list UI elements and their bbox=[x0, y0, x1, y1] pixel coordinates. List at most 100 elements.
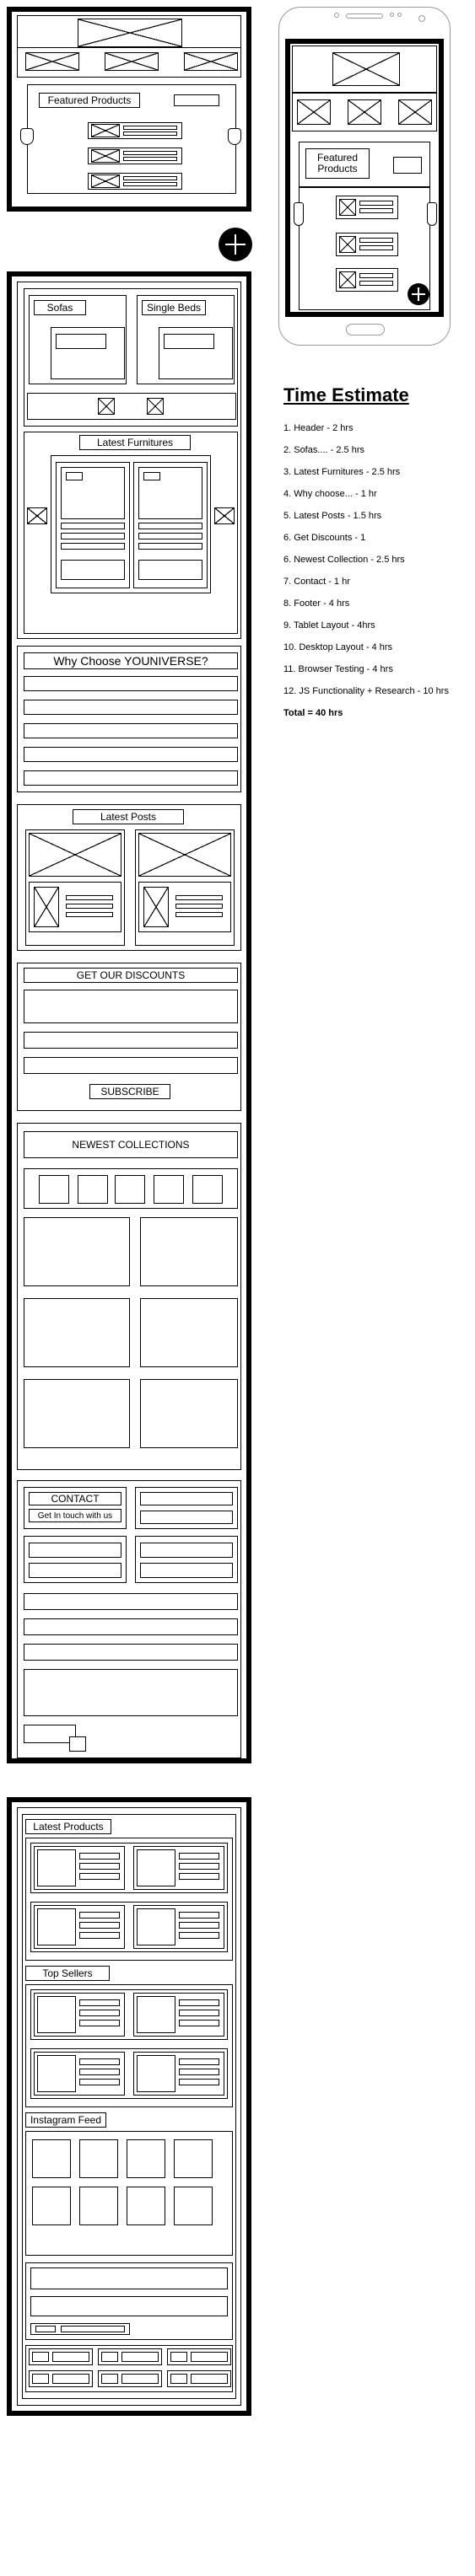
furniture-button bbox=[138, 560, 202, 580]
estimate-item: 3. Latest Furnitures - 2.5 hrs bbox=[283, 467, 401, 477]
footer-link-text bbox=[121, 2352, 159, 2362]
collection-filter[interactable] bbox=[39, 1175, 69, 1204]
email-field[interactable] bbox=[140, 1543, 233, 1558]
collection-filter[interactable] bbox=[78, 1175, 108, 1204]
product-text-line bbox=[179, 2079, 219, 2085]
phone-featured-label-line2: Products bbox=[317, 163, 358, 174]
collection-item bbox=[140, 1379, 238, 1448]
product-text-line bbox=[79, 2069, 120, 2075]
why-choose-line bbox=[24, 747, 238, 762]
newsletter-checkbox[interactable] bbox=[35, 2326, 56, 2332]
product-text-line bbox=[79, 2079, 120, 2085]
instagram-photo bbox=[127, 2187, 165, 2225]
phone-nav-image bbox=[398, 99, 432, 125]
footer-link-text bbox=[52, 2352, 89, 2362]
phone-product-image bbox=[339, 199, 356, 216]
estimate-item: 4. Why choose... - 1 hr bbox=[283, 489, 377, 499]
next-arrow-placeholder bbox=[147, 398, 164, 415]
phone-add-icon bbox=[408, 283, 429, 305]
furniture-badge bbox=[143, 472, 160, 480]
instagram-feed-label: Instagram Feed bbox=[25, 2112, 106, 2128]
discounts-text-block bbox=[24, 990, 238, 1023]
logo-placeholder bbox=[78, 19, 182, 47]
estimate-item: 6. Get Discounts - 1 bbox=[283, 533, 366, 543]
product-image bbox=[37, 1996, 76, 2033]
estimate-item: 11. Browser Testing - 4 hrs bbox=[283, 664, 393, 674]
captcha-box[interactable] bbox=[69, 1736, 86, 1752]
subscribe-button[interactable]: SUBSCRIBE bbox=[89, 1084, 170, 1099]
phone-nav-image bbox=[297, 99, 331, 125]
post-thumb-placeholder bbox=[143, 887, 169, 927]
footer-link-icon bbox=[32, 2352, 49, 2362]
send-button[interactable] bbox=[24, 1725, 76, 1743]
last-name-field[interactable] bbox=[29, 1563, 121, 1578]
phone-product-line bbox=[359, 273, 393, 278]
product-text-line bbox=[179, 1999, 219, 2006]
carousel-arrow-left bbox=[27, 507, 47, 524]
first-name-field[interactable] bbox=[29, 1543, 121, 1558]
carousel-arrow-right bbox=[228, 128, 241, 145]
add-icon bbox=[219, 228, 252, 261]
latest-products-label: Latest Products bbox=[25, 1819, 111, 1834]
product-text-line bbox=[79, 2010, 120, 2016]
product-text-line bbox=[123, 157, 177, 161]
footer-link-icon bbox=[32, 2374, 49, 2384]
collection-filter[interactable] bbox=[154, 1175, 184, 1204]
contact-detail-line bbox=[140, 1492, 233, 1505]
category-caption bbox=[56, 334, 106, 349]
phone-field[interactable] bbox=[140, 1563, 233, 1578]
prev-arrow-placeholder bbox=[98, 398, 115, 415]
nav-image-placeholder bbox=[105, 52, 159, 71]
city-field[interactable] bbox=[24, 1644, 238, 1661]
collection-filter[interactable] bbox=[192, 1175, 223, 1204]
sofas-label: Sofas bbox=[34, 300, 86, 315]
estimate-total: Total = 40 hrs bbox=[283, 708, 343, 718]
furniture-badge bbox=[66, 472, 83, 480]
why-choose-line bbox=[24, 770, 238, 786]
phone-arrow-right bbox=[427, 202, 437, 226]
featured-button-placeholder bbox=[174, 94, 219, 106]
why-choose-label: Why Choose YOUNIVERSE? bbox=[24, 652, 238, 669]
furniture-text-line bbox=[138, 523, 202, 529]
collection-item bbox=[24, 1379, 130, 1448]
footer-link-icon bbox=[101, 2352, 118, 2362]
post-image-placeholder bbox=[29, 833, 121, 877]
product-text-line bbox=[179, 1873, 219, 1880]
estimate-item: 5. Latest Posts - 1.5 hrs bbox=[283, 511, 382, 521]
name-field[interactable] bbox=[24, 1057, 238, 1074]
collection-filter[interactable] bbox=[115, 1175, 145, 1204]
product-text-line bbox=[179, 2069, 219, 2075]
product-image bbox=[137, 1908, 175, 1945]
post-text-line bbox=[66, 912, 113, 917]
collection-item bbox=[24, 1298, 130, 1367]
address-field[interactable] bbox=[24, 1618, 238, 1635]
phone-featured-button bbox=[393, 157, 422, 174]
product-text-line bbox=[179, 1922, 219, 1929]
product-text-line bbox=[179, 2058, 219, 2065]
product-text-line bbox=[123, 126, 177, 130]
newsletter-input[interactable] bbox=[30, 2296, 228, 2316]
product-image bbox=[137, 1849, 175, 1886]
why-choose-line bbox=[24, 700, 238, 715]
furniture-text-line bbox=[138, 543, 202, 550]
product-text-line bbox=[179, 1912, 219, 1919]
message-textarea[interactable] bbox=[24, 1669, 238, 1716]
contact-detail-line bbox=[140, 1511, 233, 1524]
product-text-line bbox=[79, 1932, 120, 1939]
contact-label: CONTACT bbox=[29, 1492, 121, 1505]
collection-item bbox=[140, 1298, 238, 1367]
footer-link-icon bbox=[170, 2352, 187, 2362]
product-text-line bbox=[179, 2010, 219, 2016]
carousel-arrow-left bbox=[20, 128, 34, 145]
product-text-line bbox=[79, 2058, 120, 2065]
product-text-line bbox=[79, 1863, 120, 1870]
instagram-photo bbox=[174, 2187, 213, 2225]
phone-product-line bbox=[359, 208, 393, 213]
estimate-item: 12. JS Functionality + Research - 10 hrs bbox=[283, 686, 449, 696]
email-field[interactable] bbox=[24, 1032, 238, 1049]
subject-field[interactable] bbox=[24, 1593, 238, 1610]
product-text-line bbox=[79, 1912, 120, 1919]
furniture-text-line bbox=[61, 543, 125, 550]
post-text-line bbox=[175, 904, 223, 909]
product-image-placeholder bbox=[91, 124, 120, 137]
